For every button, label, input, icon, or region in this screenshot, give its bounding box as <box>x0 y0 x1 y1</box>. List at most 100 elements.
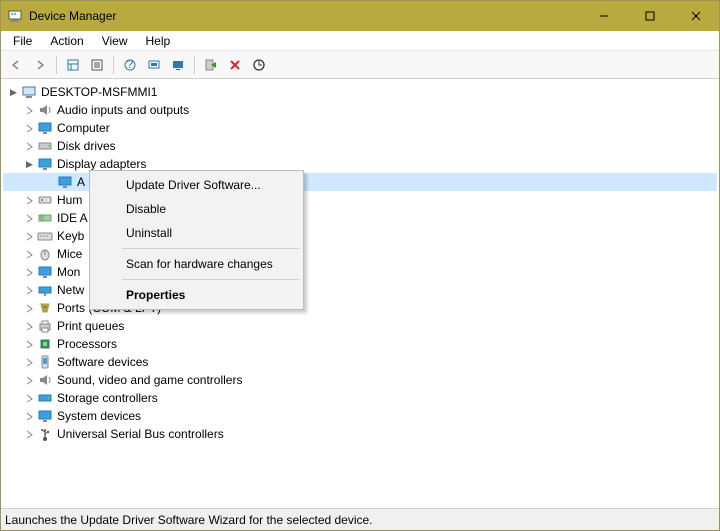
cm-disable[interactable]: Disable <box>92 197 301 221</box>
ports-icon <box>37 300 53 316</box>
tree-item-processors[interactable]: Processors <box>3 335 717 353</box>
cpu-icon <box>37 336 53 352</box>
monitor-icon <box>37 264 53 280</box>
expand-icon[interactable] <box>23 122 35 134</box>
collapse-icon[interactable] <box>7 86 19 98</box>
forward-button[interactable] <box>29 54 51 76</box>
titlebar: Device Manager <box>1 1 719 31</box>
cm-uninstall[interactable]: Uninstall <box>92 221 301 245</box>
expand-icon[interactable] <box>23 320 35 332</box>
tree-item-label: Computer <box>57 121 110 135</box>
window-title: Device Manager <box>29 9 581 23</box>
expand-icon[interactable] <box>23 302 35 314</box>
audio-icon <box>37 102 53 118</box>
collapse-icon[interactable] <box>23 158 35 170</box>
keyboard-icon <box>37 228 53 244</box>
update-driver-button[interactable] <box>167 54 189 76</box>
expand-icon[interactable] <box>23 266 35 278</box>
display-adapter-icon <box>57 174 73 190</box>
tree-item-label: IDE A <box>57 211 88 225</box>
tree-item-label: Display adapters <box>57 157 146 171</box>
close-button[interactable] <box>673 1 719 31</box>
ide-icon <box>37 210 53 226</box>
expand-icon[interactable] <box>23 104 35 116</box>
tree-item-audio[interactable]: Audio inputs and outputs <box>3 101 717 119</box>
expand-icon[interactable] <box>23 230 35 242</box>
tree-item-system[interactable]: System devices <box>3 407 717 425</box>
cm-update-driver[interactable]: Update Driver Software... <box>92 173 301 197</box>
show-hide-tree-button[interactable] <box>62 54 84 76</box>
tree-item-storage[interactable]: Storage controllers <box>3 389 717 407</box>
back-button[interactable] <box>5 54 27 76</box>
expand-icon[interactable] <box>23 338 35 350</box>
device-manager-window: Device Manager File Action View Help <box>0 0 720 531</box>
expand-icon[interactable] <box>23 212 35 224</box>
menu-help[interactable]: Help <box>138 32 179 50</box>
tree-root[interactable]: DESKTOP-MSFMMI1 <box>3 83 717 101</box>
tree-item-disk[interactable]: Disk drives <box>3 137 717 155</box>
tree-item-label: Disk drives <box>57 139 116 153</box>
mouse-icon <box>37 246 53 262</box>
tree-item-label: Processors <box>57 337 117 351</box>
window-controls <box>581 1 719 31</box>
expand-icon[interactable] <box>23 392 35 404</box>
usb-icon <box>37 426 53 442</box>
system-icon <box>37 408 53 424</box>
tree-item-label: Netw <box>57 283 84 297</box>
tree-item-usb[interactable]: Universal Serial Bus controllers <box>3 425 717 443</box>
uninstall-button[interactable] <box>224 54 246 76</box>
menu-file[interactable]: File <box>5 32 40 50</box>
expand-icon[interactable] <box>23 248 35 260</box>
expand-icon[interactable] <box>23 428 35 440</box>
expand-icon[interactable] <box>23 410 35 422</box>
hid-icon <box>37 192 53 208</box>
tree-item-sound[interactable]: Sound, video and game controllers <box>3 371 717 389</box>
network-icon <box>37 282 53 298</box>
expand-icon[interactable] <box>23 140 35 152</box>
scan-hardware-button[interactable] <box>143 54 165 76</box>
toolbar-separator <box>56 56 57 74</box>
toolbar-separator <box>113 56 114 74</box>
scan-changes-button[interactable] <box>248 54 270 76</box>
tree-item-software[interactable]: Software devices <box>3 353 717 371</box>
toolbar: ? <box>1 51 719 79</box>
tree-item-label: Hum <box>57 193 82 207</box>
statusbar: Launches the Update Driver Software Wiza… <box>1 508 719 530</box>
context-menu-separator <box>122 248 299 249</box>
display-adapter-icon <box>37 156 53 172</box>
expand-icon[interactable] <box>23 356 35 368</box>
app-icon <box>7 8 23 24</box>
tree-root-label: DESKTOP-MSFMMI1 <box>41 85 157 99</box>
status-text: Launches the Update Driver Software Wiza… <box>5 513 373 527</box>
properties-button[interactable] <box>86 54 108 76</box>
tree-item-label: Mon <box>57 265 80 279</box>
printer-icon <box>37 318 53 334</box>
enable-button[interactable] <box>200 54 222 76</box>
tree-item-computer[interactable]: Computer <box>3 119 717 137</box>
minimize-button[interactable] <box>581 1 627 31</box>
tree-item-label: Audio inputs and outputs <box>57 103 189 117</box>
expand-icon[interactable] <box>23 374 35 386</box>
cm-scan[interactable]: Scan for hardware changes <box>92 252 301 276</box>
menubar: File Action View Help <box>1 31 719 51</box>
tree-item-label: Software devices <box>57 355 148 369</box>
maximize-button[interactable] <box>627 1 673 31</box>
tree-item-label: Keyb <box>57 229 84 243</box>
tree-item-label: Mice <box>57 247 82 261</box>
expand-icon[interactable] <box>23 284 35 296</box>
content-area: DESKTOP-MSFMMI1 Audio inputs and outputs… <box>1 79 719 508</box>
monitor-icon <box>37 120 53 136</box>
disk-icon <box>37 138 53 154</box>
sound-icon <box>37 372 53 388</box>
help-button[interactable]: ? <box>119 54 141 76</box>
tree-item-label: System devices <box>57 409 141 423</box>
tree-item-print[interactable]: Print queues <box>3 317 717 335</box>
menu-view[interactable]: View <box>94 32 136 50</box>
expand-icon[interactable] <box>23 194 35 206</box>
tree-item-label: Sound, video and game controllers <box>57 373 242 387</box>
storage-icon <box>37 390 53 406</box>
cm-properties[interactable]: Properties <box>92 283 301 307</box>
menu-action[interactable]: Action <box>42 32 91 50</box>
tree-item-label: Print queues <box>57 319 124 333</box>
context-menu: Update Driver Software... Disable Uninst… <box>89 170 304 310</box>
